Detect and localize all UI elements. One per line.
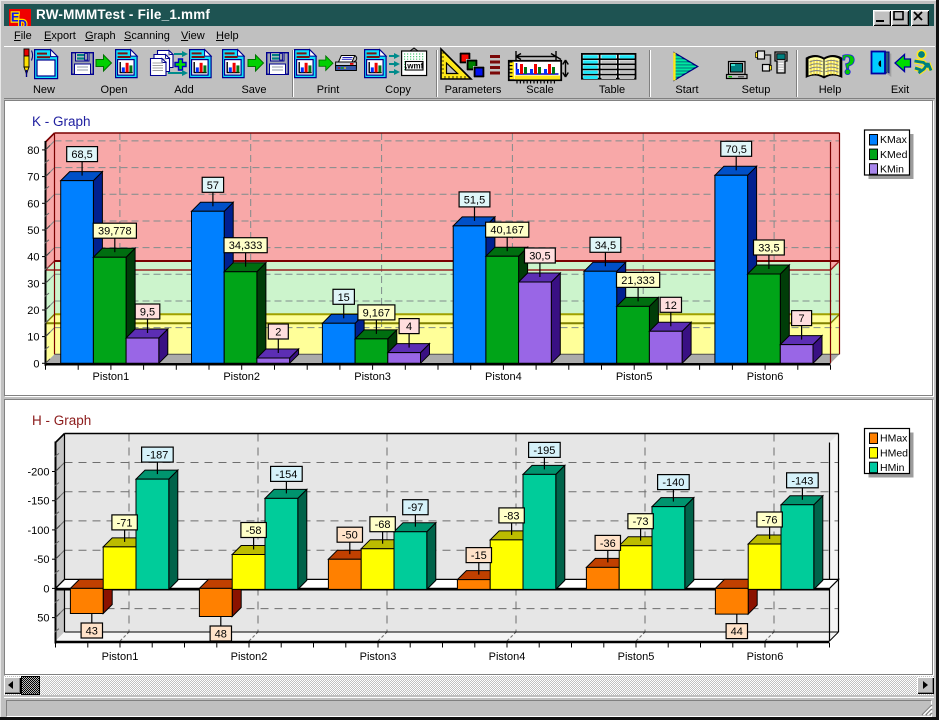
- svg-text:?: ?: [842, 50, 856, 81]
- svg-text:40: 40: [27, 252, 39, 264]
- svg-text:2: 2: [275, 327, 281, 339]
- svg-text:30,5: 30,5: [529, 251, 550, 263]
- svg-text:70: 70: [27, 172, 39, 184]
- svg-text:-143: -143: [791, 475, 813, 487]
- svg-text:60: 60: [27, 198, 39, 210]
- svg-text:20: 20: [27, 305, 39, 317]
- svg-text:Piston4: Piston4: [485, 371, 522, 383]
- svg-text:21,333: 21,333: [621, 275, 655, 287]
- svg-text:.wmf: .wmf: [405, 62, 424, 71]
- svg-text:51,5: 51,5: [464, 194, 485, 206]
- svg-text:-36: -36: [600, 538, 616, 550]
- svg-text:12: 12: [665, 300, 677, 312]
- svg-text:-97: -97: [407, 502, 423, 514]
- svg-text:9,167: 9,167: [363, 307, 391, 319]
- svg-text:HMed: HMed: [880, 447, 908, 459]
- svg-text:4: 4: [406, 321, 412, 333]
- svg-text:-15: -15: [471, 550, 487, 562]
- svg-text:43: 43: [86, 626, 98, 638]
- svg-text:9,5: 9,5: [140, 307, 155, 319]
- svg-text:44: 44: [731, 626, 743, 638]
- svg-text:33,5: 33,5: [758, 243, 779, 255]
- svg-text:-187: -187: [146, 450, 168, 462]
- svg-text:KMax: KMax: [880, 134, 908, 146]
- svg-text:34,333: 34,333: [229, 240, 263, 252]
- svg-text:-71: -71: [117, 517, 133, 529]
- svg-text:Piston6: Piston6: [747, 651, 784, 663]
- svg-text:-154: -154: [275, 469, 297, 481]
- svg-text:57: 57: [207, 180, 219, 192]
- svg-text:Piston1: Piston1: [93, 371, 130, 383]
- svg-text:-73: -73: [633, 516, 649, 528]
- svg-text:50: 50: [37, 613, 49, 625]
- svg-text:Piston3: Piston3: [354, 371, 391, 383]
- svg-text:Piston4: Piston4: [489, 651, 526, 663]
- svg-text:Piston5: Piston5: [618, 651, 655, 663]
- svg-text:KMed: KMed: [880, 149, 908, 161]
- svg-text:-58: -58: [246, 525, 262, 537]
- svg-text:-200: -200: [27, 467, 49, 479]
- svg-text:-68: -68: [375, 519, 391, 531]
- svg-text:48: 48: [215, 629, 227, 641]
- svg-text:KMin: KMin: [880, 163, 904, 175]
- svg-text:HMin: HMin: [880, 462, 905, 474]
- svg-text:-83: -83: [504, 510, 520, 522]
- svg-text:70,5: 70,5: [725, 144, 746, 156]
- svg-text:Piston3: Piston3: [360, 651, 397, 663]
- svg-text:Piston2: Piston2: [223, 371, 260, 383]
- svg-text:80: 80: [27, 145, 39, 157]
- svg-text:HMax: HMax: [880, 433, 908, 445]
- svg-text:-150: -150: [27, 496, 49, 508]
- svg-text:7: 7: [799, 313, 805, 325]
- svg-text:-140: -140: [662, 477, 684, 489]
- svg-text:0: 0: [43, 583, 49, 595]
- svg-text:K - Graph: K - Graph: [32, 114, 91, 129]
- svg-text:15: 15: [338, 292, 350, 304]
- svg-text:Piston2: Piston2: [231, 651, 268, 663]
- svg-text:30: 30: [27, 278, 39, 290]
- svg-text:0: 0: [33, 358, 39, 370]
- svg-text:50: 50: [27, 225, 39, 237]
- svg-text:-76: -76: [762, 515, 778, 527]
- svg-text:-50: -50: [342, 530, 358, 542]
- svg-text:H - Graph: H - Graph: [32, 413, 91, 428]
- svg-text:-195: -195: [533, 445, 555, 457]
- svg-text:Piston1: Piston1: [102, 651, 139, 663]
- svg-text:-50: -50: [34, 554, 50, 566]
- svg-text:10: 10: [27, 332, 39, 344]
- svg-text:Piston5: Piston5: [616, 371, 653, 383]
- svg-text:Piston6: Piston6: [747, 371, 784, 383]
- svg-text:40,167: 40,167: [490, 225, 524, 237]
- svg-text:68,5: 68,5: [71, 149, 92, 161]
- svg-text:-100: -100: [27, 525, 49, 537]
- svg-text:39,778: 39,778: [98, 226, 132, 238]
- svg-text:34,5: 34,5: [595, 240, 616, 252]
